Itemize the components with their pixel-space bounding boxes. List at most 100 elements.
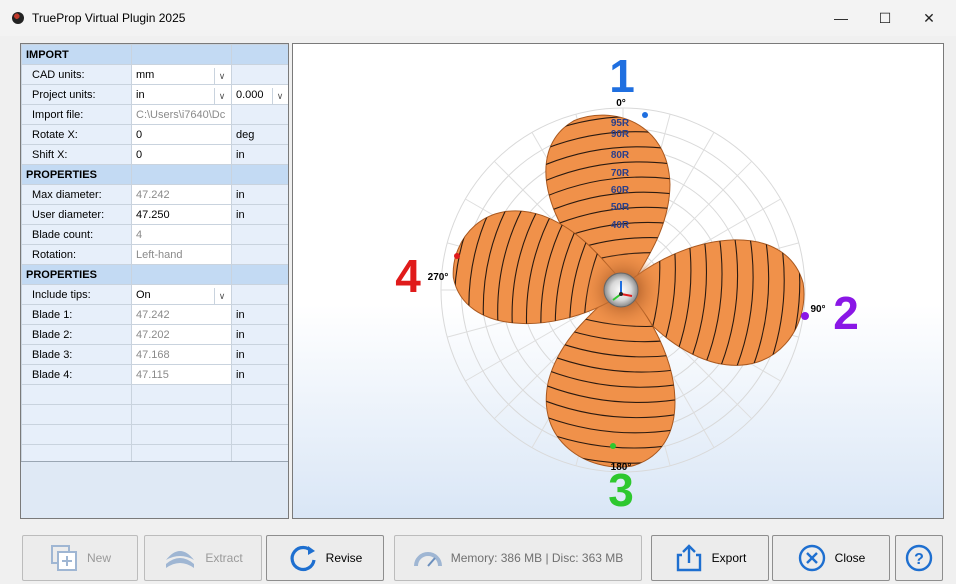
property-unit: in (231, 184, 288, 205)
property-input[interactable]: 47.250 (131, 204, 232, 225)
blade-marker-4 (454, 253, 460, 259)
property-label: Blade 3: (21, 344, 132, 365)
property-input[interactable]: 0 (131, 144, 232, 165)
memory-status-button: Memory: 386 MB | Disc: 363 MB (394, 535, 642, 581)
chevron-down-icon[interactable]: ∨ (214, 287, 229, 304)
export-icon (674, 543, 704, 573)
property-unit (231, 64, 288, 85)
property-unit: in (231, 304, 288, 325)
empty-row (21, 424, 288, 445)
dropdown-value: 0.000 (236, 88, 264, 101)
blade-marker-3 (610, 443, 616, 449)
empty-row (21, 384, 288, 405)
property-grid: IMPORT CAD units: mm ∨ Project units: in ∨ 0.00… (20, 43, 289, 519)
property-unit (231, 244, 288, 265)
property-readonly-value: 47.168 (131, 344, 232, 365)
maximize-button[interactable]: ☐ (862, 0, 908, 36)
property-unit: in (231, 144, 288, 165)
property-dropdown[interactable]: in ∨ (131, 84, 232, 105)
blade-marker-2 (801, 312, 809, 320)
new-button-label: New (86, 551, 111, 565)
property-table: IMPORT CAD units: mm ∨ Project units: in ∨ 0.00… (21, 44, 288, 465)
property-row: Max diameter: 47.242 in (21, 184, 288, 205)
extract-button[interactable]: Extract (144, 535, 262, 581)
property-unit (231, 284, 288, 305)
angle-label-270: 270° (428, 272, 449, 283)
radius-label: 80R (611, 150, 630, 161)
dropdown-value: mm (136, 68, 155, 81)
radius-label: 60R (611, 185, 630, 196)
revise-button-label: Revise (325, 551, 363, 565)
export-button-label: Export (711, 551, 747, 565)
close-button[interactable]: Close (772, 535, 890, 581)
close-window-button[interactable]: ✕ (906, 0, 952, 36)
chevron-down-icon[interactable]: ∨ (214, 87, 229, 104)
extract-icon (163, 544, 197, 572)
new-icon (49, 543, 79, 573)
property-row: Import file: C:\Users\i7640\Dc (21, 104, 288, 125)
svg-text:?: ? (914, 551, 924, 568)
dropdown-value: On (136, 288, 151, 301)
propeller-viewport[interactable]: 1 2 3 4 0° 90° 180° 270° 95R 90R 80R 70R 60R 50R 40R (292, 43, 944, 519)
radius-label: 90R (611, 129, 630, 140)
property-label: CAD units: (21, 64, 132, 85)
section-header: PROPERTIES (21, 164, 288, 185)
property-unit (231, 224, 288, 245)
property-label: Project units: (21, 84, 132, 105)
memory-status-label: Memory: 386 MB | Disc: 363 MB (450, 551, 624, 565)
property-unit (231, 104, 288, 125)
property-row: Project units: in ∨ 0.000 ∨ (21, 84, 288, 105)
property-row: CAD units: mm ∨ (21, 64, 288, 85)
property-unit: in (231, 344, 288, 365)
app-icon (12, 12, 24, 24)
close-button-label: Close (834, 551, 866, 565)
property-row: Include tips: On ∨ (21, 284, 288, 305)
section-header: IMPORT (21, 44, 288, 65)
blade-number-4: 4 (395, 250, 421, 302)
property-grid-footer (21, 461, 288, 518)
blade-marker-1 (642, 112, 648, 118)
radius-label: 95R (611, 118, 630, 129)
radius-label: 40R (611, 220, 630, 231)
property-readonly-value: 4 (131, 224, 232, 245)
property-readonly-value: Left-hand (131, 244, 232, 265)
chevron-down-icon[interactable]: ∨ (272, 87, 287, 104)
export-button[interactable]: Export (651, 535, 769, 581)
property-dropdown[interactable]: On ∨ (131, 284, 232, 305)
refresh-icon (288, 543, 318, 573)
propeller-svg[interactable]: 12340°90°180°270°95R90R80R70R60R50R40R (293, 44, 943, 518)
property-dropdown[interactable]: mm ∨ (131, 64, 232, 85)
angle-label-90: 90° (810, 304, 825, 315)
radius-label: 70R (611, 168, 630, 179)
section-header: PROPERTIES (21, 264, 288, 285)
property-input[interactable]: 0 (131, 124, 232, 145)
property-readonly-value: 47.242 (131, 184, 232, 205)
property-label: Blade 4: (21, 364, 132, 385)
help-button[interactable]: ? (895, 535, 943, 581)
revise-button[interactable]: Revise (266, 535, 384, 581)
property-readonly-value: C:\Users\i7640\Dc (131, 104, 232, 125)
property-unit: in (231, 364, 288, 385)
property-row: Blade 3: 47.168 in (21, 344, 288, 365)
unit-dropdown[interactable]: 0.000 ∨ (231, 84, 288, 105)
property-row: Blade 4: 47.115 in (21, 364, 288, 385)
blade-number-2: 2 (833, 287, 859, 339)
property-row: Blade count: 4 (21, 224, 288, 245)
property-label: Max diameter: (21, 184, 132, 205)
help-icon: ? (904, 543, 934, 573)
section-label: PROPERTIES (21, 164, 132, 185)
angle-label-0: 0° (616, 98, 626, 109)
property-label: Rotate X: (21, 124, 132, 145)
property-row: User diameter: 47.250 in (21, 204, 288, 225)
chevron-down-icon[interactable]: ∨ (214, 67, 229, 84)
minimize-button[interactable]: — (818, 0, 864, 36)
extract-button-label: Extract (205, 551, 243, 565)
blade-number-1: 1 (609, 50, 635, 102)
property-label: Shift X: (21, 144, 132, 165)
property-readonly-value: 47.242 (131, 304, 232, 325)
property-label: User diameter: (21, 204, 132, 225)
property-row: Shift X: 0 in (21, 144, 288, 165)
new-button[interactable]: New (22, 535, 138, 581)
property-readonly-value: 47.202 (131, 324, 232, 345)
section-label: PROPERTIES (21, 264, 132, 285)
